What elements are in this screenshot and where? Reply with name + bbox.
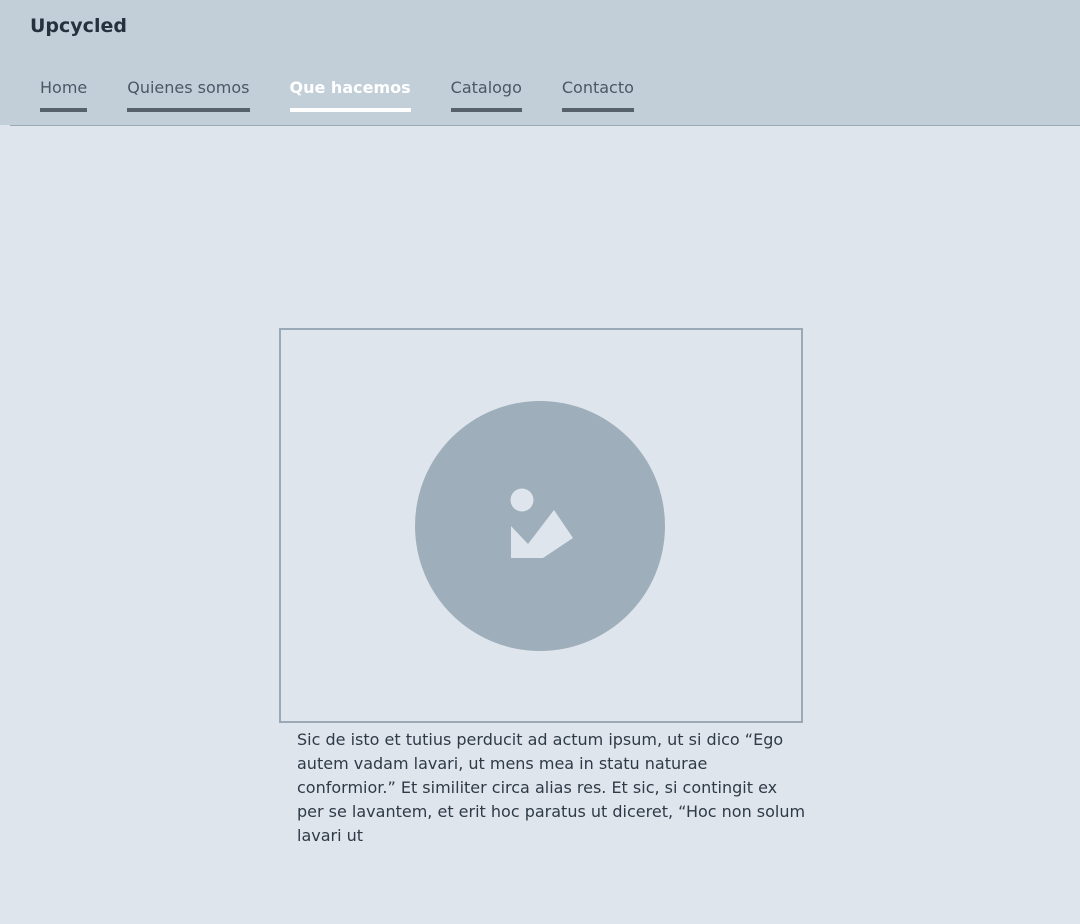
image-placeholder-icon <box>415 401 665 651</box>
nav-item-home[interactable]: Home <box>40 78 88 112</box>
top-bar: Upcycled Home Quienes somos Que hacemos … <box>0 0 1080 125</box>
header-divider <box>10 125 1080 126</box>
nav-item-que-hacemos[interactable]: Que hacemos <box>289 78 411 112</box>
nav-item-catalogo[interactable]: Catalogo <box>450 78 522 112</box>
brand-title[interactable]: Upcycled <box>30 15 127 37</box>
caption-text: Sic de isto et tutius perducit ad actum … <box>297 730 806 845</box>
nav-item-contacto[interactable]: Contacto <box>561 78 634 112</box>
main-nav: Home Quienes somos Que hacemos Catalogo … <box>40 78 634 112</box>
image-placeholder <box>279 328 803 723</box>
nav-item-quienes-somos[interactable]: Quienes somos <box>127 78 250 112</box>
